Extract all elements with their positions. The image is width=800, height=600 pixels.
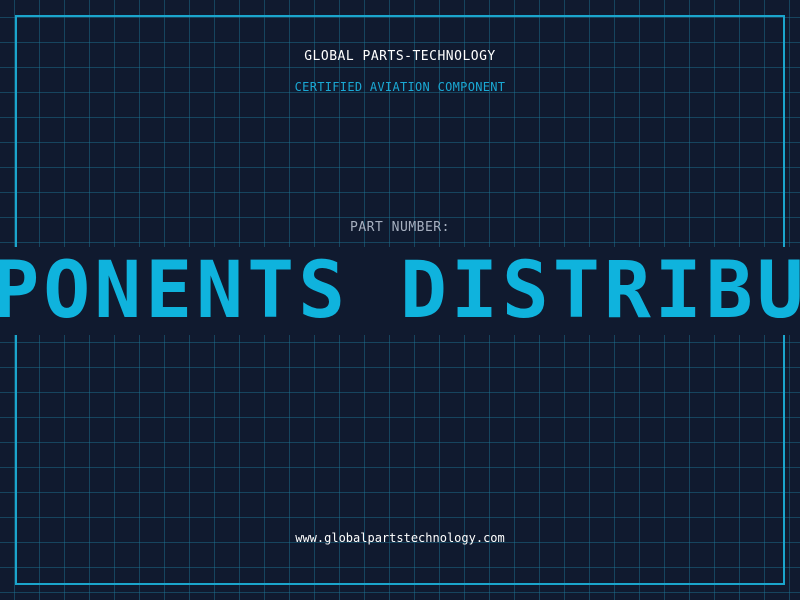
part-number-band: COMPONENTS DISTRIBUTOR (0, 247, 800, 335)
part-number-label: PART NUMBER: (350, 220, 450, 235)
company-name: GLOBAL PARTS-TECHNOLOGY (304, 49, 496, 64)
part-number-value: COMPONENTS DISTRIBUTOR (0, 247, 800, 335)
certification-subtitle: CERTIFIED AVIATION COMPONENT (294, 80, 506, 94)
website-url: www.globalpartstechnology.com (295, 531, 505, 545)
